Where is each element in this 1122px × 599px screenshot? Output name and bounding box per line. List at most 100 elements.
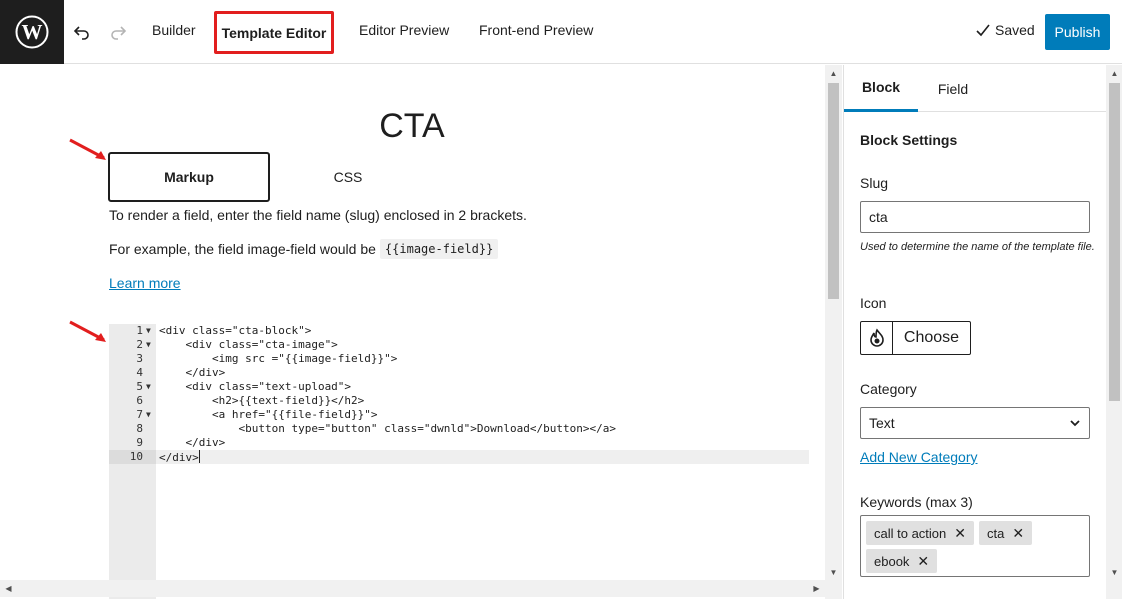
slug-input[interactable]: cta: [860, 201, 1090, 233]
tab-markup[interactable]: Markup: [108, 152, 270, 202]
slug-value: cta: [869, 209, 888, 225]
keyword-chip: ebook ✕: [866, 549, 938, 573]
code-line[interactable]: 2 ▼ <div class="cta-image">: [109, 338, 809, 352]
keyword-text: cta: [987, 525, 1005, 541]
add-new-category-link[interactable]: Add New Category: [860, 449, 978, 465]
tab-frontend-preview[interactable]: Front-end Preview: [479, 22, 593, 38]
tab-builder[interactable]: Builder: [152, 22, 196, 38]
scroll-right-arrow-icon[interactable]: ▶: [808, 580, 825, 597]
code-text: <div class="cta-block">: [159, 324, 312, 337]
scroll-up-arrow-icon[interactable]: ▲: [825, 65, 842, 82]
code-line[interactable]: 8 <button type="button" class="dwnld">Do…: [109, 422, 809, 436]
code-text: <a href="{{file-field}}">: [159, 408, 378, 421]
editor-horizontal-scrollbar[interactable]: ◀ ▶: [0, 580, 825, 597]
code-text: </div>: [159, 366, 226, 379]
slug-help-text: Used to determine the name of the templa…: [860, 241, 1095, 253]
category-select[interactable]: Text: [860, 407, 1090, 439]
fold-arrow-icon[interactable]: ▼: [146, 324, 151, 338]
slug-label: Slug: [860, 175, 889, 191]
scroll-up-arrow-icon[interactable]: ▲: [1106, 65, 1122, 82]
code-text: <div class="text-upload">: [159, 380, 352, 393]
code-editor[interactable]: 1 ▼ <div class="cta-block"> 2 ▼ <div cla…: [109, 324, 809, 599]
block-settings-heading: Block Settings: [860, 132, 958, 148]
settings-sidebar: Block Field Block Settings Slug cta Used…: [843, 65, 1122, 599]
tab-css[interactable]: CSS: [298, 169, 398, 185]
learn-more-link[interactable]: Learn more: [109, 275, 181, 291]
code-line[interactable]: 4 </div>: [109, 366, 809, 380]
scroll-down-arrow-icon[interactable]: ▼: [825, 564, 842, 581]
undo-button[interactable]: [68, 18, 96, 46]
scroll-down-arrow-icon[interactable]: ▼: [1106, 564, 1122, 581]
line-number: 10: [109, 450, 156, 464]
remove-keyword-icon[interactable]: ✕: [917, 553, 929, 570]
code-line[interactable]: 6 <h2>{{text-field}}</h2>: [109, 394, 809, 408]
sidebar-vertical-scrollbar[interactable]: ▲ ▼: [1106, 65, 1122, 599]
help-example: For example, the field image-field would…: [109, 237, 499, 261]
red-arrow-annotation-icon: [69, 320, 106, 342]
flame-icon: [869, 328, 884, 347]
saved-status: Saved: [975, 22, 1035, 38]
top-toolbar: W Builder Template Editor Editor Preview…: [0, 0, 1122, 64]
fold-arrow-icon[interactable]: ▼: [146, 408, 151, 422]
publish-button[interactable]: Publish: [1045, 14, 1110, 50]
code-text: </div>: [159, 451, 199, 464]
line-number: 8: [136, 422, 143, 435]
keyword-chip: cta ✕: [979, 521, 1033, 545]
icon-label: Icon: [860, 295, 887, 311]
icon-picker[interactable]: Choose: [860, 321, 971, 355]
chevron-down-icon: [1070, 420, 1080, 427]
tab-editor-preview[interactable]: Editor Preview: [359, 22, 449, 38]
block-title: CTA: [379, 107, 445, 145]
tab-template-editor[interactable]: Template Editor: [214, 11, 334, 54]
help-text: To render a field, enter the field name …: [109, 207, 527, 223]
line-number: 9: [136, 436, 143, 449]
code-text: <h2>{{text-field}}</h2>: [159, 394, 365, 407]
remove-keyword-icon[interactable]: ✕: [954, 525, 966, 542]
code-text: <img src ="{{image-field}}">: [159, 352, 398, 365]
code-line[interactable]: 5 ▼ <div class="text-upload">: [109, 380, 809, 394]
wordpress-icon: W: [15, 15, 49, 49]
text-cursor: [198, 450, 200, 463]
redo-icon: [111, 26, 127, 40]
code-text: <button type="button" class="dwnld">Down…: [159, 422, 616, 435]
code-text: <div class="cta-image">: [159, 338, 338, 351]
sidebar-tabs: Block Field: [844, 65, 1106, 112]
keyword-text: call to action: [874, 525, 947, 541]
code-line[interactable]: 3 <img src ="{{image-field}}">: [109, 352, 809, 366]
fold-arrow-icon[interactable]: ▼: [146, 338, 151, 352]
line-number: 3: [136, 352, 143, 365]
code-line[interactable]: 9 </div>: [109, 436, 809, 450]
category-label: Category: [860, 381, 917, 397]
wordpress-logo-button[interactable]: W: [0, 0, 64, 64]
line-number: 6: [136, 394, 143, 407]
code-text-active: </div>: [159, 450, 200, 465]
undo-icon: [73, 26, 89, 40]
help-example-text: For example, the field image-field would…: [109, 241, 376, 257]
keyword-chip: call to action ✕: [866, 521, 974, 545]
scrollbar-thumb[interactable]: [1109, 83, 1120, 401]
saved-label: Saved: [995, 22, 1035, 38]
keyword-text: ebook: [874, 553, 910, 569]
code-example-chip: {{image-field}}: [379, 239, 499, 259]
redo-button[interactable]: [104, 18, 132, 46]
editor-vertical-scrollbar[interactable]: ▲ ▼: [825, 65, 842, 599]
icon-preview: [861, 322, 893, 354]
remove-keyword-icon[interactable]: ✕: [1012, 525, 1024, 542]
code-line[interactable]: 7 ▼ <a href="{{file-field}}">: [109, 408, 809, 422]
red-arrow-annotation-icon: [69, 138, 106, 160]
tab-field[interactable]: Field: [918, 65, 988, 112]
tab-block[interactable]: Block: [844, 65, 918, 112]
line-number: 4: [136, 366, 143, 379]
scroll-left-arrow-icon[interactable]: ◀: [0, 580, 17, 597]
editor-canvas: CTA Markup CSS To render a field, enter …: [0, 65, 842, 599]
category-selected-value: Text: [869, 415, 895, 431]
checkmark-icon: [976, 24, 990, 37]
code-line-active[interactable]: 10 </div>: [109, 450, 809, 464]
choose-icon-button[interactable]: Choose: [893, 322, 970, 354]
code-line[interactable]: 1 ▼ <div class="cta-block">: [109, 324, 809, 338]
keywords-label: Keywords (max 3): [860, 494, 973, 510]
fold-arrow-icon[interactable]: ▼: [146, 380, 151, 394]
keywords-input[interactable]: call to action ✕ cta ✕ ebook ✕: [860, 515, 1090, 577]
svg-text:W: W: [22, 20, 43, 44]
scrollbar-thumb[interactable]: [828, 83, 839, 299]
